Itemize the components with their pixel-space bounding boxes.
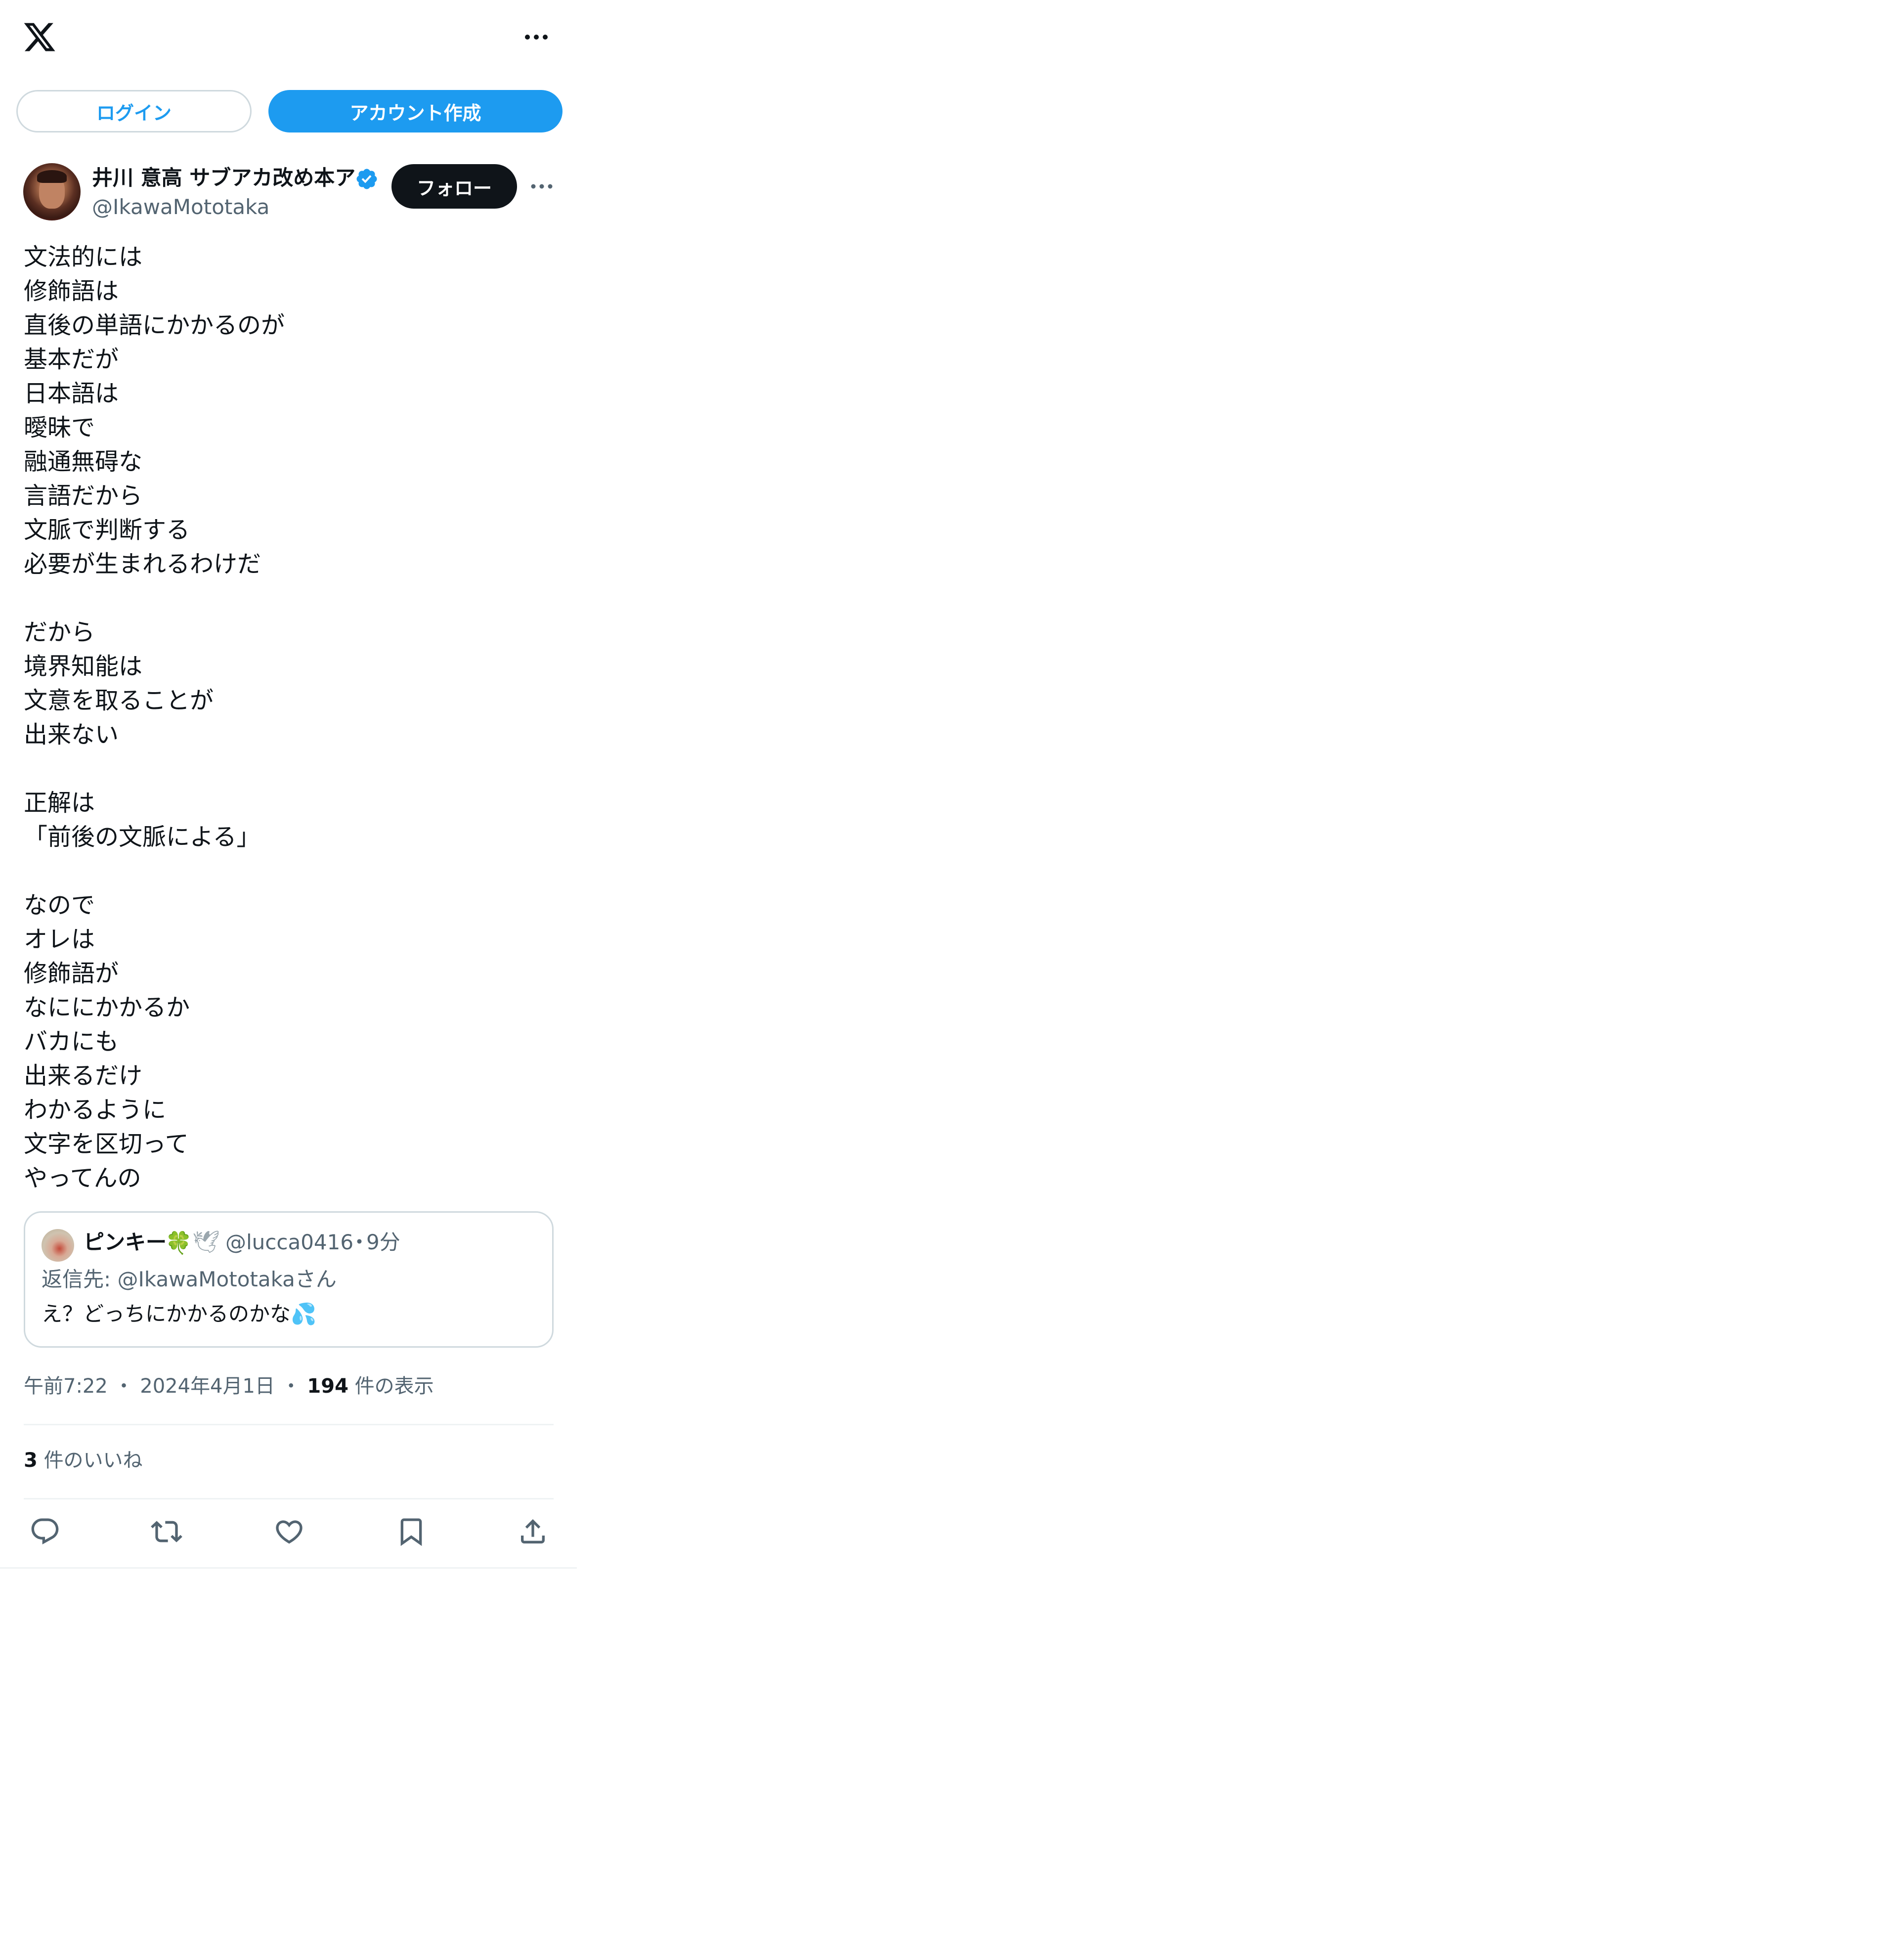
tweet-more-icon[interactable] (528, 178, 556, 195)
x-logo-icon[interactable] (22, 20, 57, 54)
likes-label: 件のいいね (43, 1449, 143, 1472)
retweet-icon[interactable] (151, 1516, 182, 1547)
share-icon[interactable] (517, 1516, 549, 1547)
tweet-text: 文法的には 修飾語は 直後の単語にかかるのが 基本だが 日本語は 曖昧で 融通無… (24, 243, 285, 1192)
clover-emoji: 🍀 (165, 1231, 192, 1256)
meta-separator-2: ・ (281, 1375, 301, 1398)
signup-button[interactable]: アカウント作成 (268, 90, 563, 132)
dove-emoji: 🕊 (192, 1230, 220, 1255)
follow-button[interactable]: フォロー (391, 164, 517, 209)
bookmark-icon[interactable] (395, 1516, 427, 1547)
like-icon[interactable] (273, 1516, 305, 1547)
reply-icon[interactable] (29, 1516, 61, 1547)
views-count: 194 (307, 1375, 348, 1398)
quoted-replying-to: 返信先: @IkawaMototakaさん (42, 1267, 337, 1291)
more-horizontal-icon[interactable] (521, 29, 551, 45)
quoted-author-handle: @lucca0416 (225, 1230, 354, 1254)
divider (24, 1424, 554, 1425)
quoted-author-name: ピンキー (84, 1230, 167, 1254)
quoted-tweet-card[interactable]: ピンキー 🍀 🕊 @lucca0416 ・ 9分 返信先: @IkawaMoto… (24, 1211, 554, 1348)
tweet-time[interactable]: 午前7:22 (24, 1375, 108, 1398)
author-handle[interactable]: @IkawaMototaka (92, 193, 269, 221)
login-button[interactable]: ログイン (16, 90, 252, 132)
quoted-tweet-text: え？どっちにかかるのかな💦 (42, 1302, 317, 1326)
likes-count: 3 (24, 1449, 38, 1472)
verified-badge-icon[interactable] (355, 167, 379, 191)
avatar-hair (37, 170, 67, 183)
divider (24, 1498, 554, 1499)
quoted-avatar[interactable] (42, 1229, 74, 1262)
tweet-date[interactable]: 2024年4月1日 (140, 1375, 275, 1398)
tweet-meta: 午前7:22 ・ 2024年4月1日 ・ 194 件の表示 (24, 1372, 434, 1400)
quoted-timestamp: 9分 (366, 1230, 400, 1254)
likes-summary[interactable]: 3 件のいいね (24, 1447, 143, 1474)
views-label: 件の表示 (354, 1375, 434, 1398)
meta-separator-1: ・ (114, 1375, 134, 1398)
author-name[interactable]: 井川 意高 サブアカ改め本ア (92, 163, 355, 193)
avatar[interactable] (23, 163, 81, 220)
tweet-page: ログイン アカウント作成 井川 意高 サブアカ改め本ア @IkawaMotota… (0, 0, 577, 1569)
